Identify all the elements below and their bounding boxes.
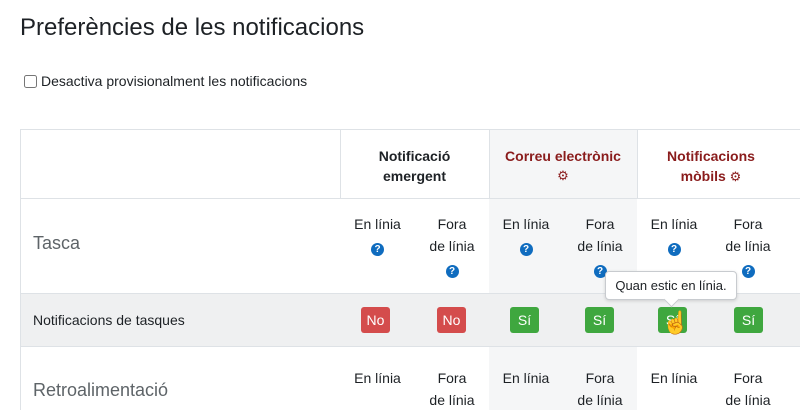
email-offline-subheader: Fora de línia xyxy=(563,367,637,411)
popup-column-header: Notificació emergent xyxy=(340,146,489,186)
popup-offline-subheader: Fora de línia xyxy=(415,367,489,411)
offline-label-line1: Fora xyxy=(585,216,615,232)
row-divider xyxy=(21,346,800,347)
offline-label-line1: Fora xyxy=(437,370,467,386)
mobile-online-subheader: En línia xyxy=(637,367,711,389)
tooltip: Quan estic en línia. xyxy=(605,271,737,300)
section-label-tasca: Tasca xyxy=(33,233,81,253)
offline-label-line2: de línia xyxy=(577,392,623,408)
online-label: En línia xyxy=(354,370,401,386)
offline-label-line2: de línia xyxy=(725,392,771,408)
section-label-feedback: Retroalimentació xyxy=(33,380,169,400)
online-label: En línia xyxy=(502,370,550,386)
popup-offline-toggle[interactable]: No xyxy=(437,307,466,333)
disable-notifications-checkbox[interactable] xyxy=(24,74,37,88)
email-online-subheader: En línia xyxy=(489,367,563,389)
online-label: En línia xyxy=(650,370,698,386)
offline-label-line1: Fora xyxy=(585,370,615,386)
email-offline-toggle[interactable]: Sí xyxy=(585,307,614,333)
offline-label-line1: Fora xyxy=(437,216,467,232)
disable-notifications-option[interactable]: Desactiva provisionalment les notificaci… xyxy=(24,73,307,89)
offline-label-line1: Fora xyxy=(733,216,763,232)
email-online-subheader: En línia ? xyxy=(489,213,563,259)
question-icon[interactable]: ? xyxy=(667,242,681,256)
offline-label-line2: de línia xyxy=(429,392,475,408)
popup-online-toggle[interactable]: No xyxy=(361,307,390,333)
question-icon[interactable]: ? xyxy=(371,242,384,256)
page-title: Preferències de les notificacions xyxy=(20,14,365,41)
mobile-offline-subheader: Fora de línia xyxy=(711,367,785,411)
hand-cursor-icon: ☝ xyxy=(662,310,690,335)
notification-preferences-table: Notificació emergent Correu electrònic ⚙… xyxy=(20,129,800,410)
online-label: En línia xyxy=(650,216,698,232)
mobile-header-line1[interactable]: Notificacions xyxy=(667,148,755,164)
gear-icon[interactable]: ⚙ xyxy=(489,169,637,182)
offline-label-line2: de línia xyxy=(429,238,475,254)
mobile-column-header[interactable]: Notificacions mòbils ⚙ xyxy=(637,146,785,186)
mobile-offline-toggle[interactable]: Sí xyxy=(734,307,763,333)
question-icon[interactable]: ? xyxy=(741,264,755,278)
online-label: En línia xyxy=(502,216,550,232)
email-column-header[interactable]: Correu electrònic ⚙ xyxy=(489,146,637,182)
popup-header-line2: emergent xyxy=(382,168,447,184)
popup-header-line1: Notificació xyxy=(378,148,451,164)
email-header-label[interactable]: Correu electrònic xyxy=(505,148,621,164)
popup-online-subheader: En línia xyxy=(340,367,415,389)
header-divider xyxy=(21,198,800,199)
question-icon[interactable]: ? xyxy=(519,242,533,256)
offline-label-line1: Fora xyxy=(733,370,763,386)
popup-offline-subheader: Fora de línia ? xyxy=(415,213,489,281)
gear-icon[interactable]: ⚙ xyxy=(730,169,742,184)
popup-online-subheader: En línia ? xyxy=(340,213,415,259)
email-online-toggle[interactable]: Sí xyxy=(510,307,539,333)
offline-label-line2: de línia xyxy=(577,238,623,254)
row-label-assign-notifications: Notificacions de tasques xyxy=(33,312,185,328)
mobile-online-subheader: En línia ? xyxy=(637,213,711,259)
question-icon[interactable]: ? xyxy=(445,264,459,278)
offline-label-line2: de línia xyxy=(725,238,771,254)
disable-notifications-label: Desactiva provisionalment les notificaci… xyxy=(41,73,308,89)
mobile-header-line2[interactable]: mòbils xyxy=(681,168,726,184)
online-label: En línia xyxy=(354,216,401,232)
